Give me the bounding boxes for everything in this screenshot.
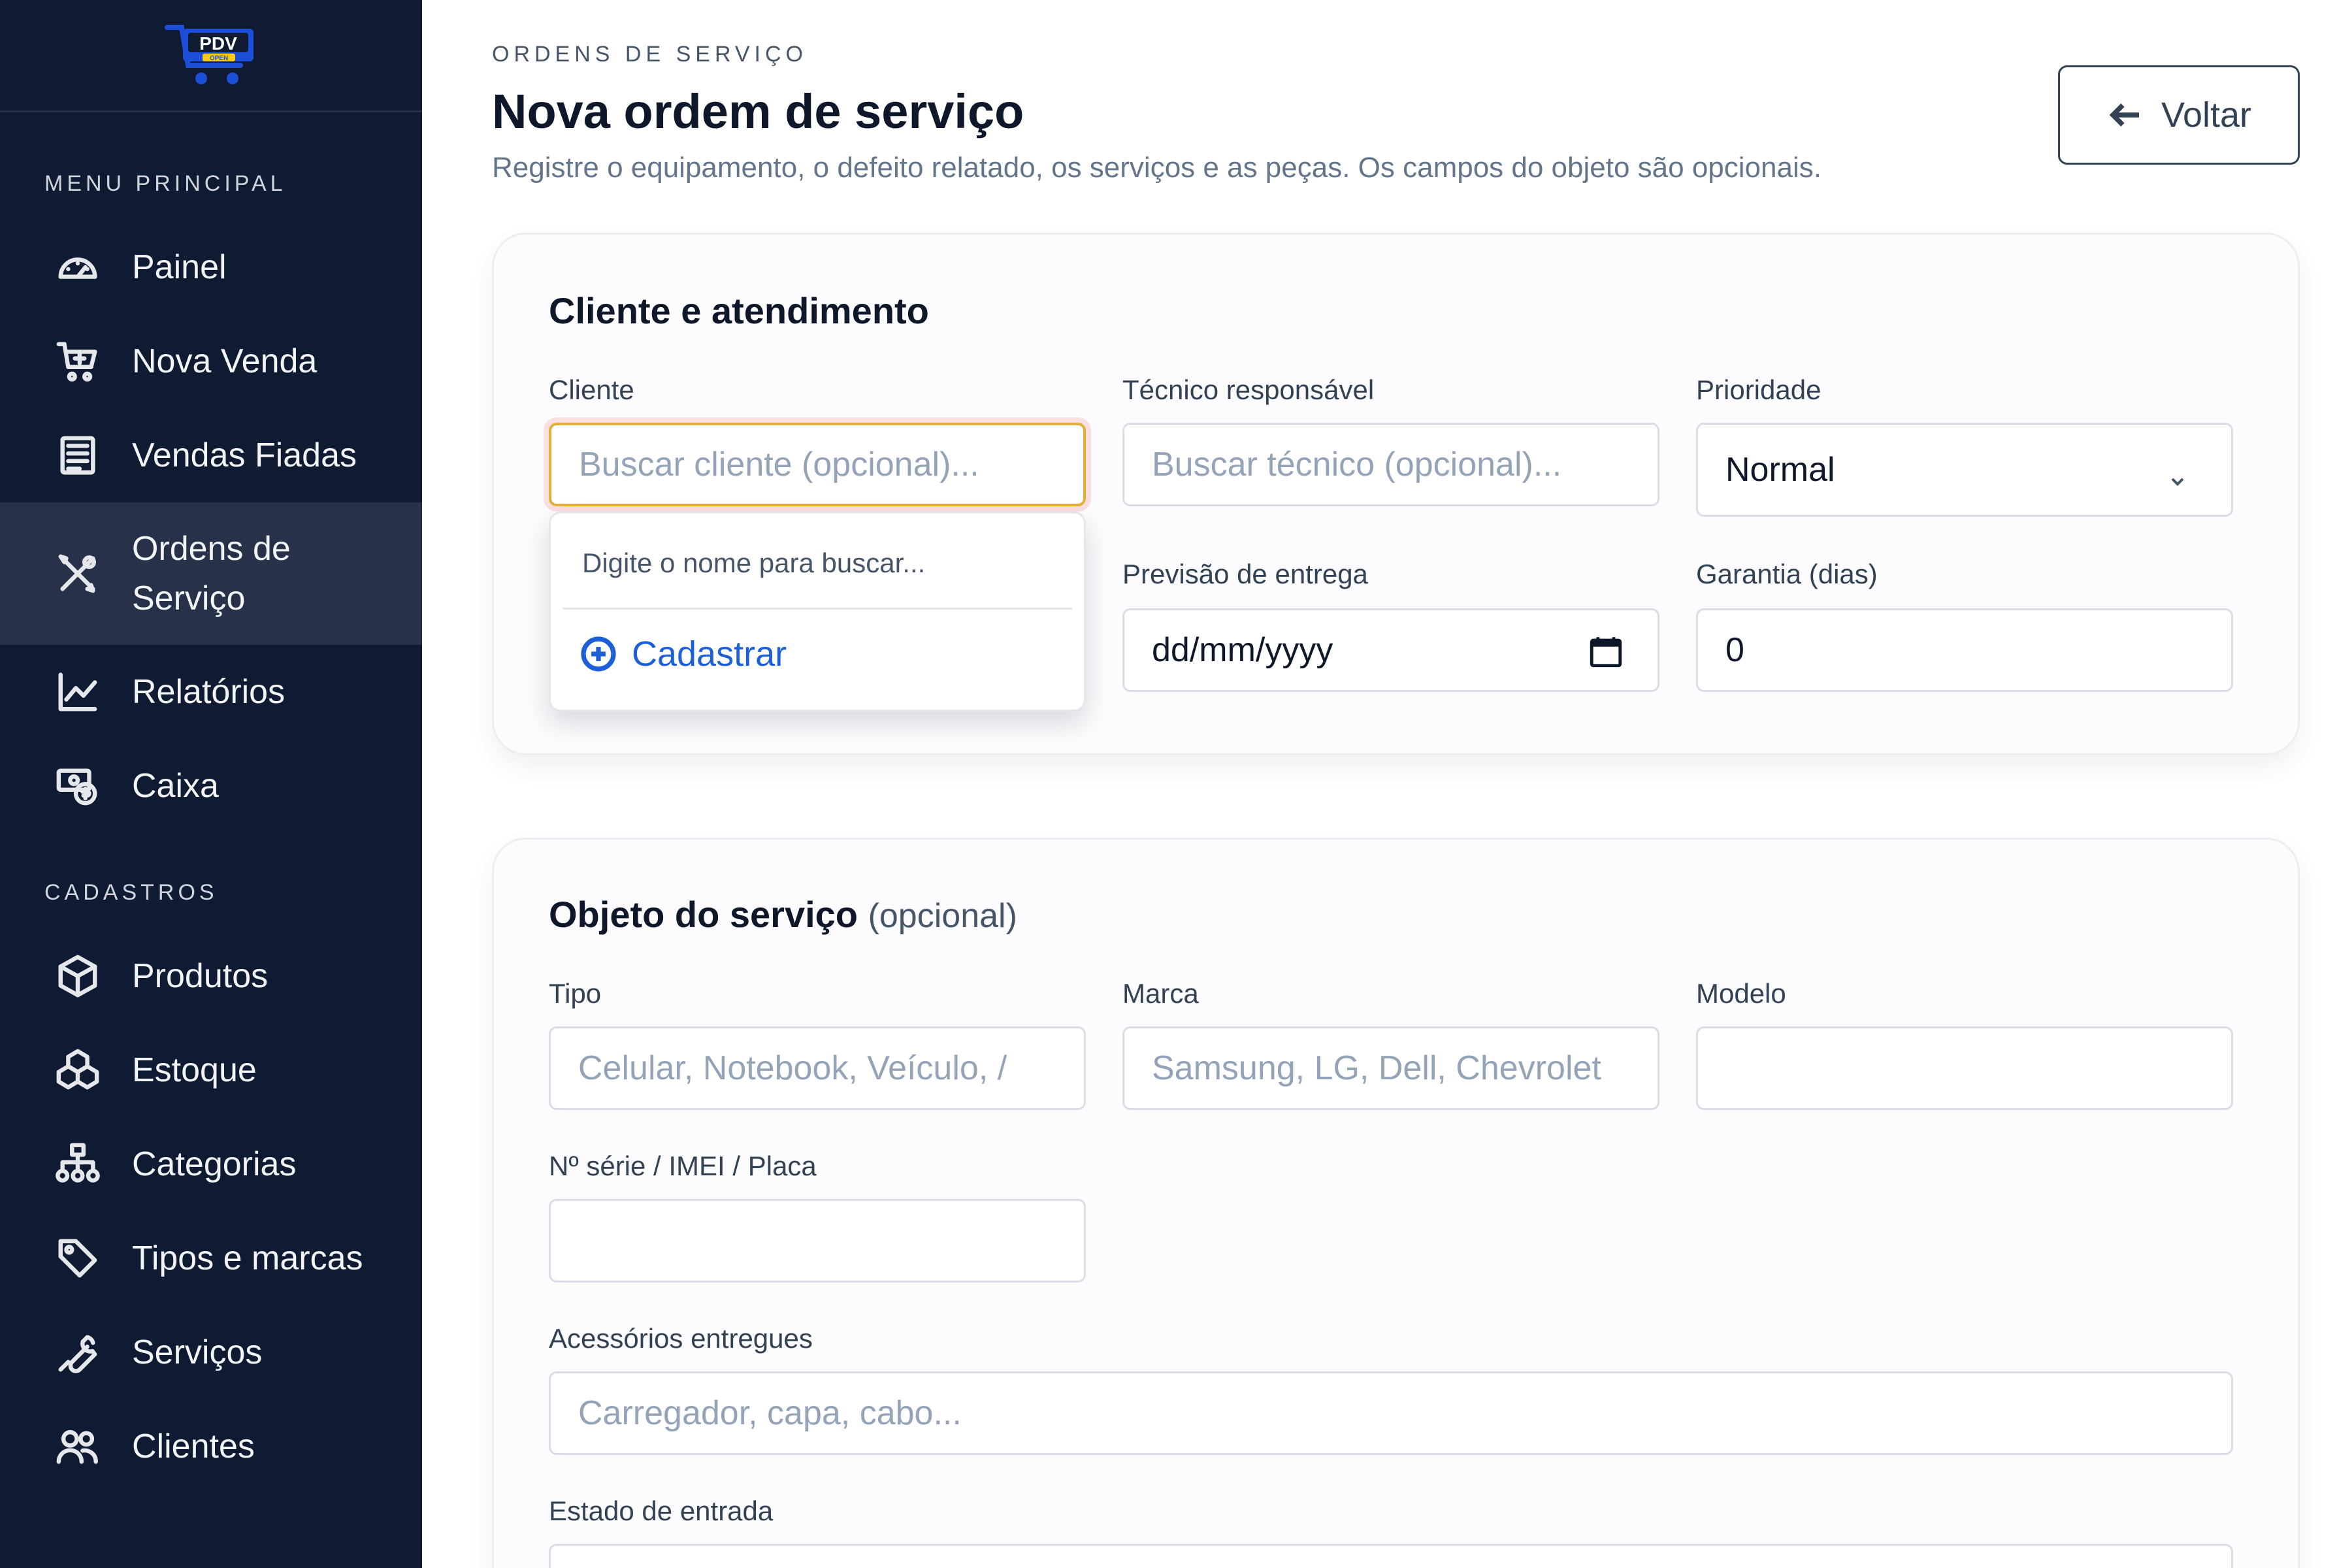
page-title: Nova ordem de serviço — [492, 84, 1024, 139]
hierarchy-icon — [55, 1141, 101, 1187]
sidebar-item-label: Caixa — [132, 767, 219, 805]
sidebar-item-ordens-de-servico[interactable]: Ordens de Serviço — [0, 502, 422, 645]
receipt-list-icon — [55, 433, 101, 478]
garantia-label: Garantia (dias) — [1696, 559, 1878, 589]
sidebar-item-label: Estoque — [132, 1051, 257, 1089]
sidebar-item-label: Ordens de Serviço — [132, 530, 291, 617]
cliente-dropdown: Digite o nome para buscar... Cadastrar — [549, 512, 1086, 711]
sidebar-item-servicos[interactable]: Serviços — [0, 1305, 422, 1399]
sidebar-item-label: Relatórios — [132, 673, 286, 711]
serie-label: Nº série / IMEI / Placa — [549, 1151, 817, 1181]
main-menu: Painel Nova Venda Vendas Fiadas Ordens d… — [0, 220, 422, 833]
estado-input[interactable] — [549, 1544, 2233, 1568]
sidebar-item-label: Categorias — [132, 1145, 297, 1183]
chevron-down-icon — [2167, 461, 2188, 486]
sidebar-item-estoque[interactable]: Estoque — [0, 1023, 422, 1117]
previsao-value: dd/mm/yyyy — [1152, 631, 1333, 669]
sidebar-item-label: Vendas Fiadas — [132, 436, 357, 474]
tipo-label: Tipo — [549, 978, 602, 1009]
card-title: Objeto do serviço (opcional) — [549, 893, 1017, 936]
sidebar-item-vendas-fiadas[interactable]: Vendas Fiadas — [0, 408, 422, 502]
cliente-search-input[interactable]: Buscar cliente (opcional)... — [549, 423, 1086, 506]
svg-text:OPEN: OPEN — [210, 55, 228, 62]
acessorios-input[interactable]: Carregador, capa, cabo... — [549, 1371, 2233, 1455]
prioridade-label: Prioridade — [1696, 374, 1821, 405]
marca-input[interactable]: Samsung, LG, Dell, Chevrolet — [1122, 1026, 1659, 1110]
card-objeto-servico: Objeto do serviço (opcional) Tipo Celula… — [492, 838, 2300, 1568]
page-eyebrow: ORDENS DE SERVIÇO — [492, 42, 808, 67]
sidebar-item-label: Serviços — [132, 1333, 263, 1371]
serie-input[interactable] — [549, 1199, 1086, 1282]
modelo-input[interactable] — [1696, 1026, 2233, 1110]
tipo-input[interactable]: Celular, Notebook, Veículo, / — [549, 1026, 1086, 1110]
estado-label: Estado de entrada — [549, 1495, 774, 1526]
page-subtitle: Registre o equipamento, o defeito relata… — [492, 152, 1821, 184]
sidebar-item-label: Tipos e marcas — [132, 1239, 363, 1277]
dashboard-gauge-icon — [55, 244, 101, 290]
previsao-label: Previsão de entrega — [1122, 559, 1368, 589]
section-label-menu-principal: MENU PRINCIPAL — [44, 171, 287, 196]
back-button[interactable]: Voltar — [2058, 65, 2300, 165]
sidebar-item-clientes[interactable]: Clientes — [0, 1399, 422, 1494]
cadastrar-label: Cadastrar — [632, 634, 787, 674]
cash-register-icon — [55, 763, 101, 809]
card-title-text: Objeto do serviço — [549, 894, 858, 935]
back-button-label: Voltar — [2161, 95, 2252, 135]
sidebar-item-label: Produtos — [132, 957, 269, 995]
cadastrar-cliente-button[interactable]: Cadastrar — [580, 634, 787, 674]
main-content: ORDENS DE SERVIÇO Nova ordem de serviço … — [422, 0, 2352, 1568]
pdv-open-logo-icon[interactable]: PDV OPEN — [162, 20, 260, 91]
garantia-input[interactable]: 0 — [1696, 608, 2233, 692]
card-title: Cliente e atendimento — [549, 290, 929, 331]
card-title-optional: (opcional) — [868, 897, 1017, 935]
sidebar-item-label: Clientes — [132, 1428, 255, 1465]
main-inner: ORDENS DE SERVIÇO Nova ordem de serviço … — [492, 0, 2300, 1568]
sidebar: PDV OPEN MENU PRINCIPAL Painel Nova Vend… — [0, 0, 422, 1568]
acessorios-label: Acessórios entregues — [549, 1323, 813, 1354]
sidebar-item-label: Painel — [132, 248, 227, 286]
modelo-label: Modelo — [1696, 978, 1786, 1009]
plus-circle-icon — [581, 636, 616, 672]
sidebar-item-relatorios[interactable]: Relatórios — [0, 645, 422, 739]
prioridade-value: Normal — [1725, 451, 1835, 489]
tools-cross-icon — [55, 551, 101, 596]
sidebar-item-caixa[interactable]: Caixa — [0, 739, 422, 833]
card-cliente-atendimento: Cliente e atendimento Cliente Buscar cli… — [492, 233, 2300, 755]
boxes-stack-icon — [55, 1047, 101, 1093]
cliente-label: Cliente — [549, 374, 634, 405]
cart-plus-icon — [55, 338, 101, 384]
prioridade-select[interactable]: Normal — [1696, 423, 2233, 517]
tecnico-search-input[interactable]: Buscar técnico (opcional)... — [1122, 423, 1659, 506]
tags-icon — [55, 1235, 101, 1281]
wrench-icon — [55, 1330, 101, 1375]
marca-label: Marca — [1122, 978, 1199, 1009]
section-label-cadastros: CADASTROS — [44, 880, 218, 905]
sidebar-item-tipos-e-marcas[interactable]: Tipos e marcas — [0, 1211, 422, 1305]
previsao-date-input[interactable]: dd/mm/yyyy — [1122, 608, 1659, 692]
dropdown-hint: Digite o nome para buscar... — [582, 547, 926, 578]
sidebar-item-produtos[interactable]: Produtos — [0, 929, 422, 1023]
tecnico-label: Técnico responsável — [1122, 374, 1375, 405]
sidebar-item-categorias[interactable]: Categorias — [0, 1117, 422, 1211]
sidebar-item-nova-venda[interactable]: Nova Venda — [0, 314, 422, 408]
cadastros-menu: Produtos Estoque Categorias Tipos e marc… — [0, 929, 422, 1494]
dropdown-divider — [563, 608, 1072, 610]
calendar-icon[interactable] — [1587, 632, 1625, 670]
users-icon — [55, 1424, 101, 1469]
logo-area: PDV OPEN — [0, 0, 422, 112]
sidebar-item-painel[interactable]: Painel — [0, 220, 422, 314]
box-icon — [55, 953, 101, 999]
arrow-left-icon — [2109, 103, 2139, 127]
line-chart-icon — [55, 669, 101, 715]
svg-text:PDV: PDV — [199, 33, 237, 54]
sidebar-item-label: Nova Venda — [132, 342, 318, 380]
